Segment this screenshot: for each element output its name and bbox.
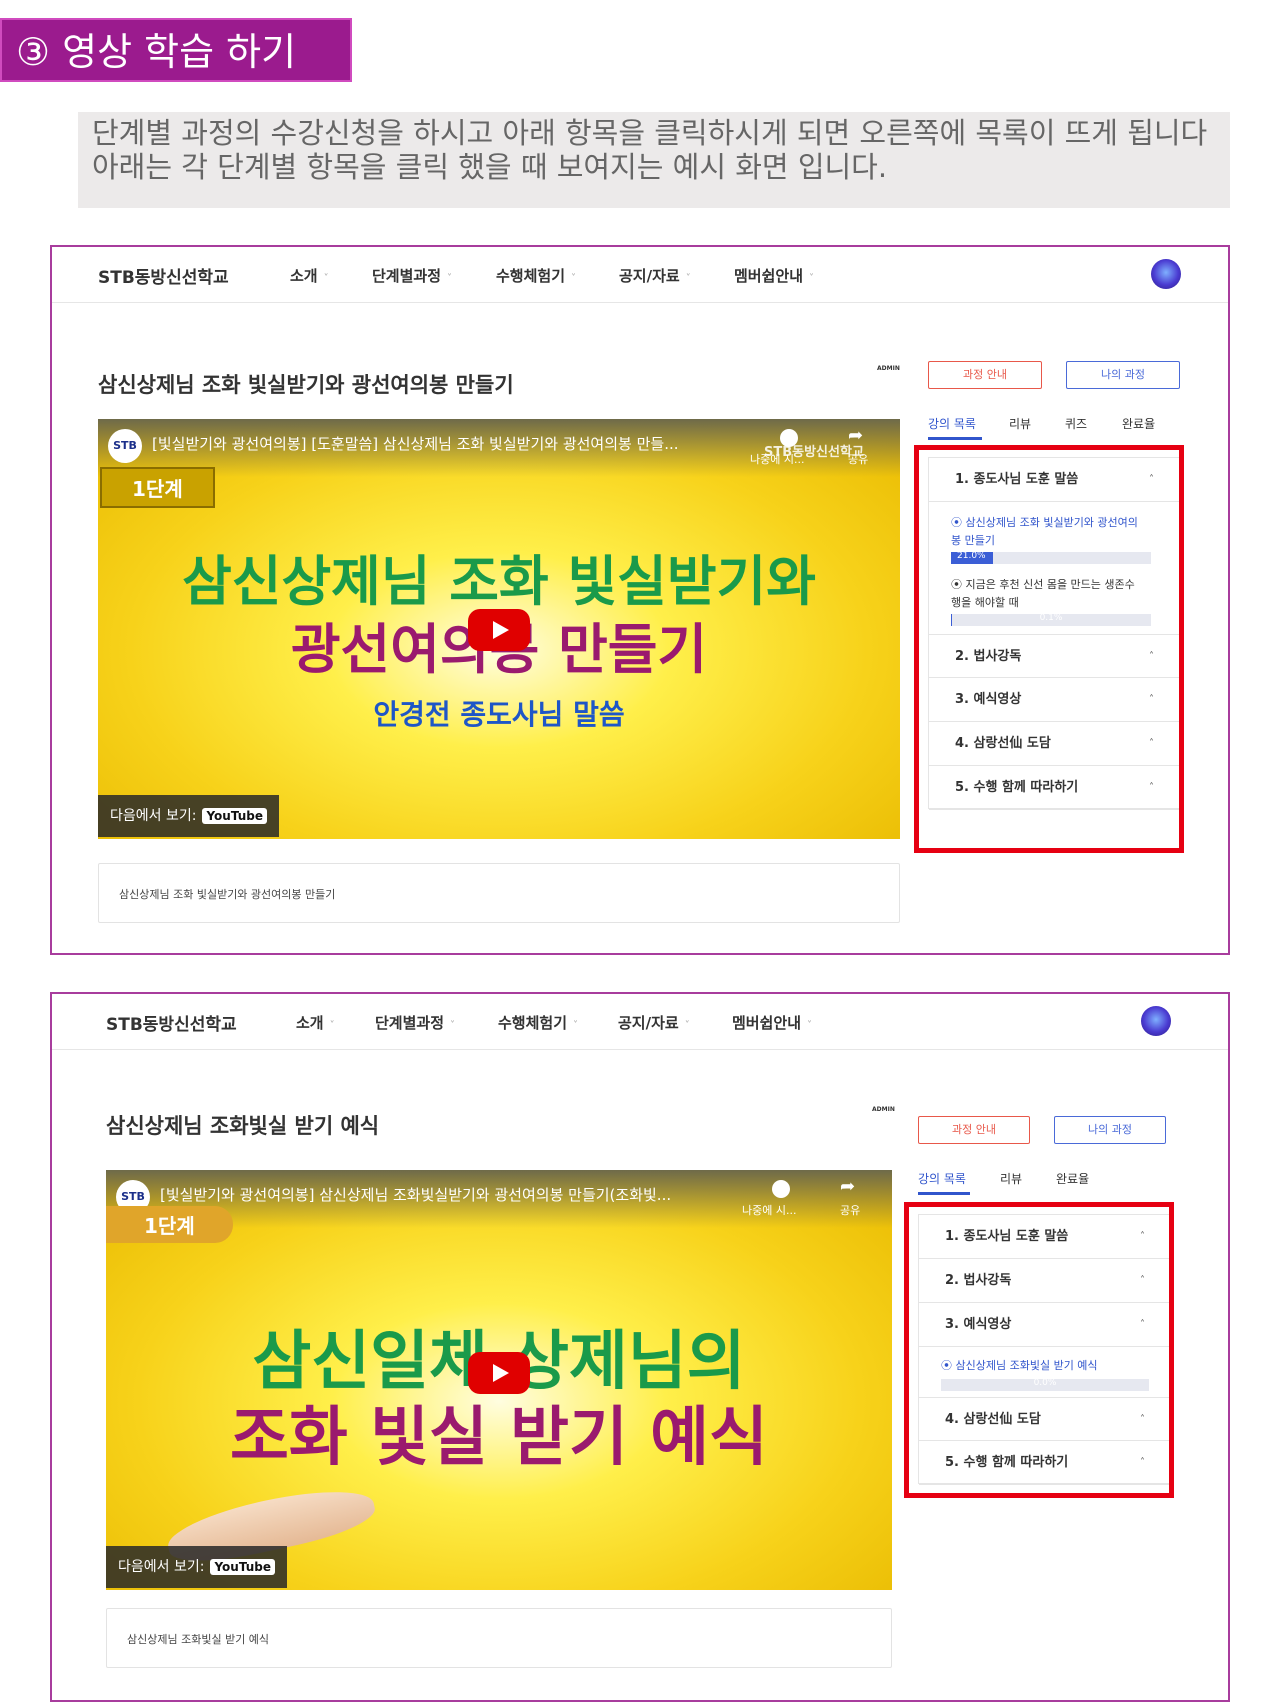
tab-completion[interactable]: 완료율	[1056, 1170, 1089, 1187]
nav-item-notice[interactable]: 공지/자료 ˅	[618, 1012, 690, 1033]
watch-later-label: 나중에 시...	[750, 453, 805, 466]
course-info-button[interactable]: 과정 안내	[918, 1116, 1030, 1144]
clock-icon[interactable]	[772, 1180, 790, 1198]
tab-quiz[interactable]: 퀴즈	[1065, 415, 1087, 432]
watch-later-label: 나중에 시...	[742, 1204, 797, 1217]
youtube-logo-icon: YouTube	[202, 808, 267, 824]
channel-logo[interactable]: STB	[108, 429, 142, 463]
chevron-down-icon: ˅	[323, 273, 329, 284]
highlight-frame	[904, 1202, 1174, 1498]
stage-badge: 1단계	[100, 467, 215, 508]
chevron-down-icon: ˅	[807, 1020, 813, 1031]
avatar[interactable]	[1151, 259, 1181, 289]
top-nav: STB동방신선학교 소개 ˅ 단계별과정 ˅ 수행체험기 ˅ 공지/자료 ˅ 멤버쉽안내…	[52, 247, 1228, 303]
avatar[interactable]	[1141, 1006, 1171, 1036]
stage-badge: 1단계	[106, 1206, 233, 1243]
share-label: 공유	[848, 453, 869, 466]
nav-item-membership[interactable]: 멤버쉽안내 ˅	[734, 265, 814, 286]
nav-item-courses[interactable]: 단계별과정 ˅	[375, 1012, 455, 1033]
instruction-line-2: 아래는 각 단계별 항목을 클릭 했을 때 보여지는 예시 화면 입니다.	[92, 150, 888, 184]
chevron-down-icon: ˅	[685, 273, 691, 284]
instruction-box: 단계별 과정의 수강신청을 하시고 아래 항목을 클릭하시게 되면 오른쪽에 목…	[78, 112, 1230, 208]
course-info-button[interactable]: 과정 안내	[928, 361, 1042, 389]
page-title: 삼신상제님 조화 빛실받기와 광선여의봉 만들기	[98, 373, 514, 397]
active-tab-indicator	[928, 437, 982, 440]
screenshot-panel-1: STB동방신선학교 소개 ˅ 단계별과정 ˅ 수행체험기 ˅ 공지/자료 ˅ 멤버쉽안내…	[50, 245, 1230, 955]
youtube-logo-icon: YouTube	[210, 1559, 275, 1575]
chevron-down-icon: ˅	[809, 273, 815, 284]
play-icon[interactable]	[468, 1352, 530, 1394]
admin-tag: ADMIN	[872, 1106, 895, 1113]
chevron-down-icon: ˅	[573, 1020, 579, 1031]
chevron-down-icon: ˅	[571, 273, 577, 284]
tab-lecture-list[interactable]: 강의 목록	[928, 415, 976, 432]
my-course-button[interactable]: 나의 과정	[1054, 1116, 1166, 1144]
chevron-down-icon: ˅	[684, 1020, 690, 1031]
video-caption[interactable]: [빛실받기와 광선여의봉] [도훈말씀] 삼신상제님 조화 빛실받기와 광선여의…	[152, 433, 679, 454]
nav-item-membership[interactable]: 멤버쉽안내 ˅	[732, 1012, 812, 1033]
site-logo[interactable]: STB동방신선학교	[106, 1010, 237, 1035]
nav-item-experience[interactable]: 수행체험기 ˅	[498, 1012, 578, 1033]
tab-review[interactable]: 리뷰	[1000, 1170, 1022, 1187]
tab-lecture-list[interactable]: 강의 목록	[918, 1170, 966, 1187]
active-tab-indicator	[918, 1192, 970, 1195]
site-logo[interactable]: STB동방신선학교	[98, 263, 229, 288]
nav-item-experience[interactable]: 수행체험기 ˅	[496, 265, 576, 286]
video-player[interactable]: STB [빛실받기와 광선여의봉] [도훈말씀] 삼신상제님 조화 빛실받기와 …	[98, 419, 900, 839]
screenshot-panel-2: STB동방신선학교 소개 ˅ 단계별과정 ˅ 수행체험기 ˅ 공지/자료 ˅ 멤버쉽안내…	[50, 992, 1230, 1702]
tab-review[interactable]: 리뷰	[1009, 415, 1031, 432]
nav-item-notice[interactable]: 공지/자료 ˅	[619, 265, 691, 286]
video-player[interactable]: STB [빛실받기와 광선여의봉] 삼신상제님 조화빛실받기와 광선여의봉 만들…	[106, 1170, 892, 1590]
page-title: 삼신상제님 조화빛실 받기 예식	[106, 1114, 380, 1138]
video-headline-2: 조화 빛실 받기 예식	[230, 1401, 768, 1475]
my-course-button[interactable]: 나의 과정	[1066, 361, 1180, 389]
nav-item-courses[interactable]: 단계별과정 ˅	[372, 265, 452, 286]
section-title-banner: ③ 영상 학습 하기	[0, 18, 352, 82]
nav-item-intro[interactable]: 소개 ˅	[290, 265, 329, 286]
tab-completion[interactable]: 완료율	[1122, 415, 1155, 432]
admin-tag: ADMIN	[877, 365, 900, 372]
chevron-down-icon: ˅	[447, 273, 453, 284]
watch-on-youtube[interactable]: 다음에서 보기: YouTube	[106, 1546, 287, 1588]
lecture-description: 삼신상제님 조화빛실 받기 예식	[106, 1608, 892, 1668]
chevron-down-icon: ˅	[329, 1020, 335, 1031]
instruction-line-1: 단계별 과정의 수강신청을 하시고 아래 항목을 클릭하시게 되면 오른쪽에 목…	[92, 116, 1208, 150]
share-icon[interactable]: ➦	[848, 425, 863, 446]
share-icon[interactable]: ➦	[840, 1176, 855, 1197]
watch-on-youtube[interactable]: 다음에서 보기: YouTube	[98, 795, 279, 837]
share-label: 공유	[840, 1204, 861, 1217]
clock-icon[interactable]	[780, 429, 798, 447]
nav-item-intro[interactable]: 소개 ˅	[296, 1012, 335, 1033]
chevron-down-icon: ˅	[450, 1020, 456, 1031]
highlight-frame	[914, 445, 1184, 853]
top-nav: STB동방신선학교 소개 ˅ 단계별과정 ˅ 수행체험기 ˅ 공지/자료 ˅ 멤버쉽안내…	[52, 994, 1228, 1050]
video-caption[interactable]: [빛실받기와 광선여의봉] 삼신상제님 조화빛실받기와 광선여의봉 만들기(조화…	[160, 1184, 671, 1205]
lecture-description: 삼신상제님 조화 빛실받기와 광선여의봉 만들기	[98, 863, 900, 923]
play-icon[interactable]	[468, 609, 530, 651]
video-subtitle: 안경전 종도사님 말씀	[373, 698, 625, 731]
